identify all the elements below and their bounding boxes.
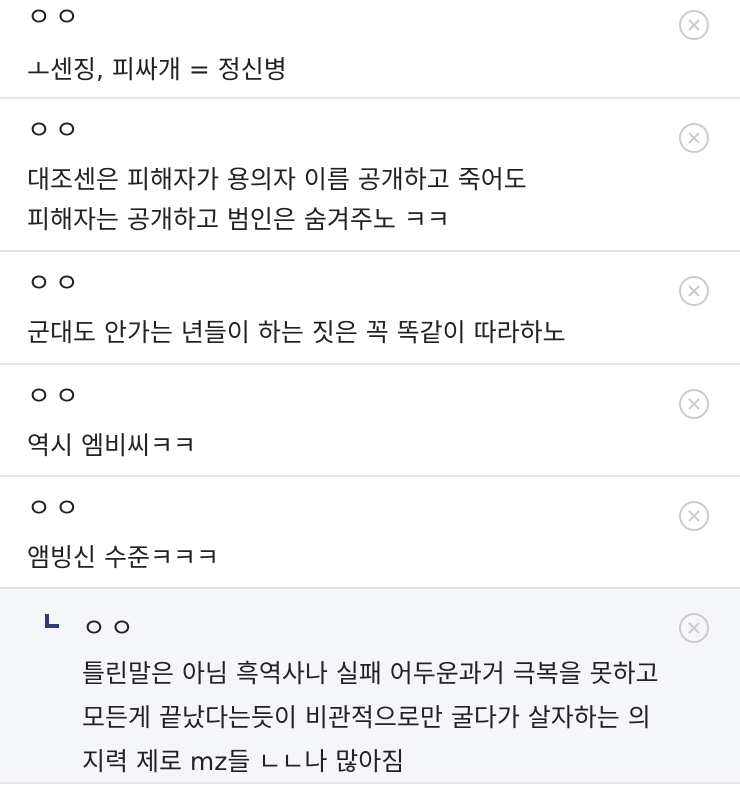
comment-item: ㅇㅇ 대조센은 피해자가 용의자 이름 공개하고 죽어도 피해자는 공개하고 범… xyxy=(0,99,740,252)
comment-author: ㅇㅇ xyxy=(27,3,83,33)
comment-text-line: 앰빙신 수준ㅋㅋㅋ xyxy=(27,543,219,572)
close-circle-icon xyxy=(688,398,700,410)
reply-text-line: 모든게 끝났다는듯이 비관적으로만 굴다가 살자하는 의 xyxy=(82,703,651,732)
comment-author: ㅇㅇ xyxy=(27,382,83,412)
delete-reply-button[interactable] xyxy=(679,613,709,643)
close-circle-icon xyxy=(688,510,700,522)
comment-text: 앰빙신 수준ㅋㅋㅋ xyxy=(27,538,219,578)
comment-list: ㅇㅇ ㅗ센징, 피싸개 = 정신병 ㅇㅇ 대조센은 피해자가 용의자 이름 공개… xyxy=(0,0,740,784)
comment-item: ㅇㅇ 앰빙신 수준ㅋㅋㅋ xyxy=(0,477,740,589)
comment-text-line: ㅗ센징, 피싸개 = 정신병 xyxy=(27,55,287,84)
comment-item: ㅇㅇ 군대도 안가는 년들이 하는 짓은 꼭 똑같이 따라하노 xyxy=(0,252,740,365)
comment-text-line: 피해자는 공개하고 범인은 숨겨주노 ㅋㅋ xyxy=(27,205,450,234)
reply-text: 틀린말은 아님 흑역사나 실패 어두운과거 극복을 못하고 모든게 끝났다는듯이… xyxy=(82,652,659,784)
comment-text: 대조센은 피해자가 용의자 이름 공개하고 죽어도 피해자는 공개하고 범인은 … xyxy=(27,160,527,240)
delete-comment-button[interactable] xyxy=(679,276,709,306)
reply-author: ㅇㅇ xyxy=(82,614,138,644)
comment-text: ㅗ센징, 피싸개 = 정신병 xyxy=(27,50,287,90)
close-circle-icon xyxy=(688,285,700,297)
close-circle-icon xyxy=(688,622,700,634)
delete-comment-button[interactable] xyxy=(679,10,709,40)
comment-text-line: 대조센은 피해자가 용의자 이름 공개하고 죽어도 xyxy=(27,165,527,194)
comment-text-line: 군대도 안가는 년들이 하는 짓은 꼭 똑같이 따라하노 xyxy=(27,318,566,347)
comment-text-line: 역시 엠비씨ㅋㅋ xyxy=(27,431,196,460)
delete-comment-button[interactable] xyxy=(679,123,709,153)
delete-comment-button[interactable] xyxy=(679,389,709,419)
comment-item: ㅇㅇ 역시 엠비씨ㅋㅋ xyxy=(0,365,740,477)
comment-item: ㅇㅇ ㅗ센징, 피싸개 = 정신병 xyxy=(0,0,740,99)
reply-arrow-icon xyxy=(45,614,59,628)
comment-text: 역시 엠비씨ㅋㅋ xyxy=(27,426,196,466)
close-circle-icon xyxy=(688,132,700,144)
reply-text-line: 틀린말은 아님 흑역사나 실패 어두운과거 극복을 못하고 xyxy=(82,659,659,688)
comment-author: ㅇㅇ xyxy=(27,494,83,524)
reply-text-line: 지력 제로 mz들 ㄴㄴ나 많아짐 xyxy=(82,747,405,776)
comment-text: 군대도 안가는 년들이 하는 짓은 꼭 똑같이 따라하노 xyxy=(27,313,566,353)
delete-comment-button[interactable] xyxy=(679,501,709,531)
comment-author: ㅇㅇ xyxy=(27,116,83,146)
comment-author: ㅇㅇ xyxy=(27,269,83,299)
reply-item: ㅇㅇ 틀린말은 아님 흑역사나 실패 어두운과거 극복을 못하고 모든게 끝났다… xyxy=(0,589,740,784)
close-circle-icon xyxy=(688,19,700,31)
